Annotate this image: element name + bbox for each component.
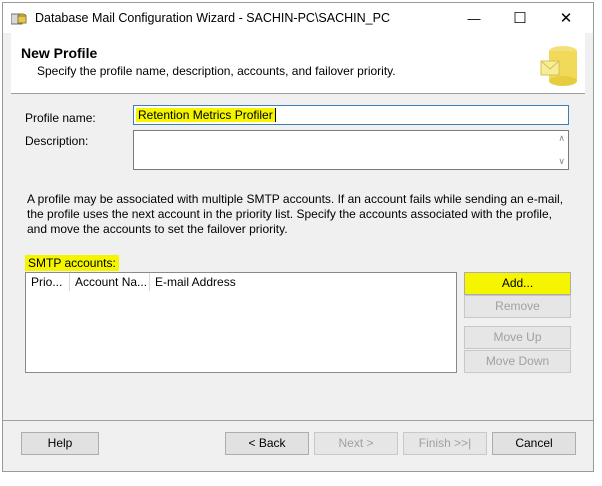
wizard-header: New Profile Specify the profile name, de… bbox=[11, 33, 585, 94]
window-title: Database Mail Configuration Wizard - SAC… bbox=[35, 11, 390, 25]
column-header-priority[interactable]: Prio... bbox=[26, 273, 70, 291]
page-title: New Profile bbox=[21, 45, 98, 61]
next-button[interactable]: Next > bbox=[314, 432, 398, 455]
maximize-button[interactable]: ☐ bbox=[497, 3, 543, 33]
info-text: A profile may be associated with multipl… bbox=[27, 192, 564, 236]
smtp-accounts-label: SMTP accounts: bbox=[25, 255, 119, 271]
description-label: Description: bbox=[25, 134, 89, 148]
database-mail-banner-icon bbox=[540, 46, 577, 86]
title-bar[interactable]: Database Mail Configuration Wizard - SAC… bbox=[3, 3, 593, 33]
column-header-email-address[interactable]: E-mail Address bbox=[150, 273, 456, 291]
move-down-button[interactable]: Move Down bbox=[464, 350, 571, 373]
remove-account-button[interactable]: Remove bbox=[464, 295, 571, 318]
close-button[interactable]: ✕ bbox=[543, 3, 589, 33]
move-up-button[interactable]: Move Up bbox=[464, 326, 571, 349]
footer-divider bbox=[3, 420, 593, 421]
wizard-window: Database Mail Configuration Wizard - SAC… bbox=[2, 2, 594, 472]
description-input[interactable]: ∧ ∨ bbox=[133, 130, 569, 170]
minimize-button[interactable]: — bbox=[451, 3, 497, 33]
profile-name-label: Profile name: bbox=[25, 111, 96, 125]
maximize-icon: ☐ bbox=[513, 10, 527, 27]
page-subtitle: Specify the profile name, description, a… bbox=[37, 64, 396, 78]
smtp-accounts-grid[interactable]: Prio... Account Na... E-mail Address bbox=[25, 272, 457, 373]
profile-name-input[interactable]: Retention Metrics Profiler bbox=[133, 105, 569, 125]
help-button[interactable]: Help bbox=[21, 432, 99, 455]
database-mail-app-icon bbox=[11, 13, 27, 25]
close-icon: ✕ bbox=[559, 10, 573, 27]
back-button[interactable]: < Back bbox=[225, 432, 309, 455]
cancel-button[interactable]: Cancel bbox=[492, 432, 576, 455]
scroll-down-icon[interactable]: ∨ bbox=[558, 156, 565, 167]
scroll-up-icon[interactable]: ∧ bbox=[558, 133, 565, 144]
add-account-button[interactable]: Add... bbox=[464, 272, 571, 295]
finish-button[interactable]: Finish >>| bbox=[403, 432, 487, 455]
minimize-icon: — bbox=[467, 10, 481, 26]
profile-name-value: Retention Metrics Profiler bbox=[136, 108, 276, 122]
column-header-account-name[interactable]: Account Na... bbox=[70, 273, 150, 291]
